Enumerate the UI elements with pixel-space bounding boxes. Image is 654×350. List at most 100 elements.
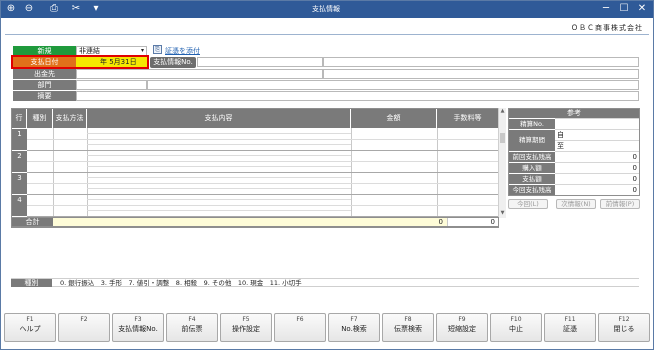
f10-cancel-button[interactable]: F10 中止 bbox=[490, 313, 542, 342]
settle-no-label: 精算No. bbox=[509, 118, 555, 129]
payment-date-field[interactable]: 年 5月31日 bbox=[76, 57, 147, 67]
payinfo-extra-field[interactable] bbox=[323, 57, 639, 67]
settle-period-from: 自 bbox=[555, 129, 639, 140]
grid-line bbox=[27, 161, 498, 162]
col-header-kind: 種別 bbox=[27, 109, 53, 128]
dropdown-icon[interactable]: ▾ bbox=[89, 3, 103, 15]
grid-line bbox=[27, 150, 498, 151]
fkey-key: F3 bbox=[134, 316, 142, 323]
grid-line bbox=[87, 199, 351, 200]
fkey-key: F1 bbox=[26, 316, 34, 323]
col-header-amount: 金額 bbox=[351, 109, 437, 128]
search-plus-icon[interactable]: ⊕ bbox=[4, 3, 18, 15]
current-balance-label: 今回支払残高 bbox=[509, 184, 555, 195]
memo-label: 摘要 bbox=[13, 91, 76, 101]
col-header-content: 支払内容 bbox=[87, 109, 351, 128]
fkey-key: F12 bbox=[618, 316, 630, 323]
scroll-down-icon[interactable]: ▼ bbox=[499, 210, 506, 217]
prev-balance-label: 前回支払残高 bbox=[509, 151, 555, 162]
row-number: 4 bbox=[12, 194, 27, 216]
settle-no-value bbox=[555, 118, 639, 129]
f12-close-button[interactable]: F12 閉じる bbox=[598, 313, 650, 342]
fkey-key: F7 bbox=[350, 316, 358, 323]
payinfo-no-field[interactable] bbox=[197, 57, 323, 67]
f4-prev-slip-button[interactable]: F4 前伝票 bbox=[166, 313, 218, 342]
purchase-label: 購入額 bbox=[509, 162, 555, 173]
prev-info-button[interactable]: 前情報(P) bbox=[600, 199, 640, 209]
fkey-label: No.検索 bbox=[341, 325, 367, 333]
minimize-icon[interactable]: ─ bbox=[597, 2, 615, 16]
reference-panel: 参考 精算No. 精算期間 自 至 前回支払残高 0 購入額 0 支払額 0 今… bbox=[508, 108, 640, 196]
grid-line bbox=[87, 166, 351, 167]
attach-evidence-link[interactable]: 証憑を添付 bbox=[165, 46, 200, 56]
app-window: ⊕ ⊖ ⎙ ✂ ▾ 支払情報 ─ ☐ ✕ ＯＢＣ商事株式会社 新規 非連結 ▾ … bbox=[0, 0, 654, 350]
grid-line bbox=[27, 183, 498, 184]
kind-select-value: 非連結 bbox=[79, 47, 100, 55]
purchase-value: 0 bbox=[555, 162, 639, 173]
row-number: 3 bbox=[12, 172, 27, 194]
grid-line bbox=[87, 188, 351, 189]
f1-help-button[interactable]: F1 ヘルプ bbox=[4, 313, 56, 342]
print-icon[interactable]: ⎙ bbox=[47, 3, 61, 15]
grid-scrollbar[interactable]: ▲ ▼ bbox=[498, 108, 506, 218]
col-header-fee: 手数料等 bbox=[437, 109, 498, 128]
legend-label: 種別 bbox=[11, 279, 52, 287]
fkey-label: ヘルプ bbox=[19, 325, 41, 333]
close-icon[interactable]: ✕ bbox=[633, 2, 651, 16]
fkey-key: F6 bbox=[296, 316, 304, 323]
payment-value: 0 bbox=[555, 173, 639, 184]
next-info-button[interactable]: 次情報(N) bbox=[556, 199, 596, 209]
total-fee: 0 bbox=[447, 218, 497, 226]
payinfo-no-button[interactable]: 支払情報No. bbox=[150, 57, 196, 68]
search-minus-icon[interactable]: ⊖ bbox=[22, 3, 36, 15]
row-number: 1 bbox=[12, 128, 27, 150]
fkey-label: 支払情報No. bbox=[118, 325, 158, 333]
fkey-key: F11 bbox=[564, 316, 576, 323]
fkey-key: F4 bbox=[188, 316, 196, 323]
payment-grid: 行 種別 支払方法 支払内容 金額 手数料等 1 2 3 4 bbox=[11, 108, 499, 228]
scroll-up-icon[interactable]: ▲ bbox=[499, 108, 506, 115]
current-info-button[interactable]: 今回(L) bbox=[508, 199, 548, 209]
title-bar: ⊕ ⊖ ⎙ ✂ ▾ 支払情報 ─ ☐ ✕ bbox=[1, 1, 653, 18]
f7-no-search-button[interactable]: F7 No.検索 bbox=[328, 313, 380, 342]
fkey-label: 短縮設定 bbox=[448, 325, 476, 333]
col-header-row: 行 bbox=[12, 109, 27, 128]
f11-evidence-button[interactable]: F11 証憑 bbox=[544, 313, 596, 342]
payment-label: 支払額 bbox=[509, 173, 555, 184]
fkey-key: F9 bbox=[458, 316, 466, 323]
total-amount: 0 bbox=[438, 218, 443, 226]
f6-button[interactable]: F6 bbox=[274, 313, 326, 342]
kind-legend: 種別 0. 銀行振込 3. 手形 7. 値引・調整 8. 相殺 9. その他 1… bbox=[11, 278, 639, 287]
dept-name-field[interactable] bbox=[147, 80, 639, 90]
grid-line bbox=[87, 155, 351, 156]
grid-line bbox=[87, 133, 351, 134]
f5-settings-button[interactable]: F5 操作設定 bbox=[220, 313, 272, 342]
memo-field[interactable] bbox=[76, 91, 639, 101]
f2-button[interactable]: F2 bbox=[58, 313, 110, 342]
fkey-label: 前伝票 bbox=[181, 325, 203, 333]
settle-period-to: 至 bbox=[555, 140, 639, 151]
f8-slip-search-button[interactable]: F8 伝票検索 bbox=[382, 313, 434, 342]
fkey-key: F8 bbox=[404, 316, 412, 323]
grid-line bbox=[27, 172, 498, 173]
dept-code-field[interactable] bbox=[76, 80, 147, 90]
scissors-icon[interactable]: ✂ bbox=[69, 3, 83, 15]
grid-line bbox=[87, 210, 351, 211]
payee-name-field[interactable] bbox=[323, 69, 639, 79]
dept-label: 部門 bbox=[13, 80, 76, 90]
maximize-icon[interactable]: ☐ bbox=[615, 2, 633, 16]
grid-line bbox=[27, 139, 498, 140]
scroll-thumb[interactable] bbox=[500, 133, 505, 143]
function-key-bar: F1 ヘルプ F2 F3 支払情報No. F4 前伝票 F5 操作設定 F6 F7 No.… bbox=[4, 313, 652, 343]
row-number: 2 bbox=[12, 150, 27, 172]
settle-period-label: 精算期間 bbox=[509, 129, 555, 151]
grid-line bbox=[27, 194, 498, 195]
payment-date-label: 支払日付 bbox=[13, 57, 76, 67]
f9-shortcut-button[interactable]: F9 短縮設定 bbox=[436, 313, 488, 342]
attach-icon[interactable]: ⎘ bbox=[153, 45, 162, 54]
total-label: 合計 bbox=[12, 218, 53, 226]
f3-payinfo-button[interactable]: F3 支払情報No. bbox=[112, 313, 164, 342]
payee-code-field[interactable] bbox=[76, 69, 323, 79]
grid-line bbox=[87, 177, 351, 178]
current-balance-value: 0 bbox=[555, 184, 639, 195]
